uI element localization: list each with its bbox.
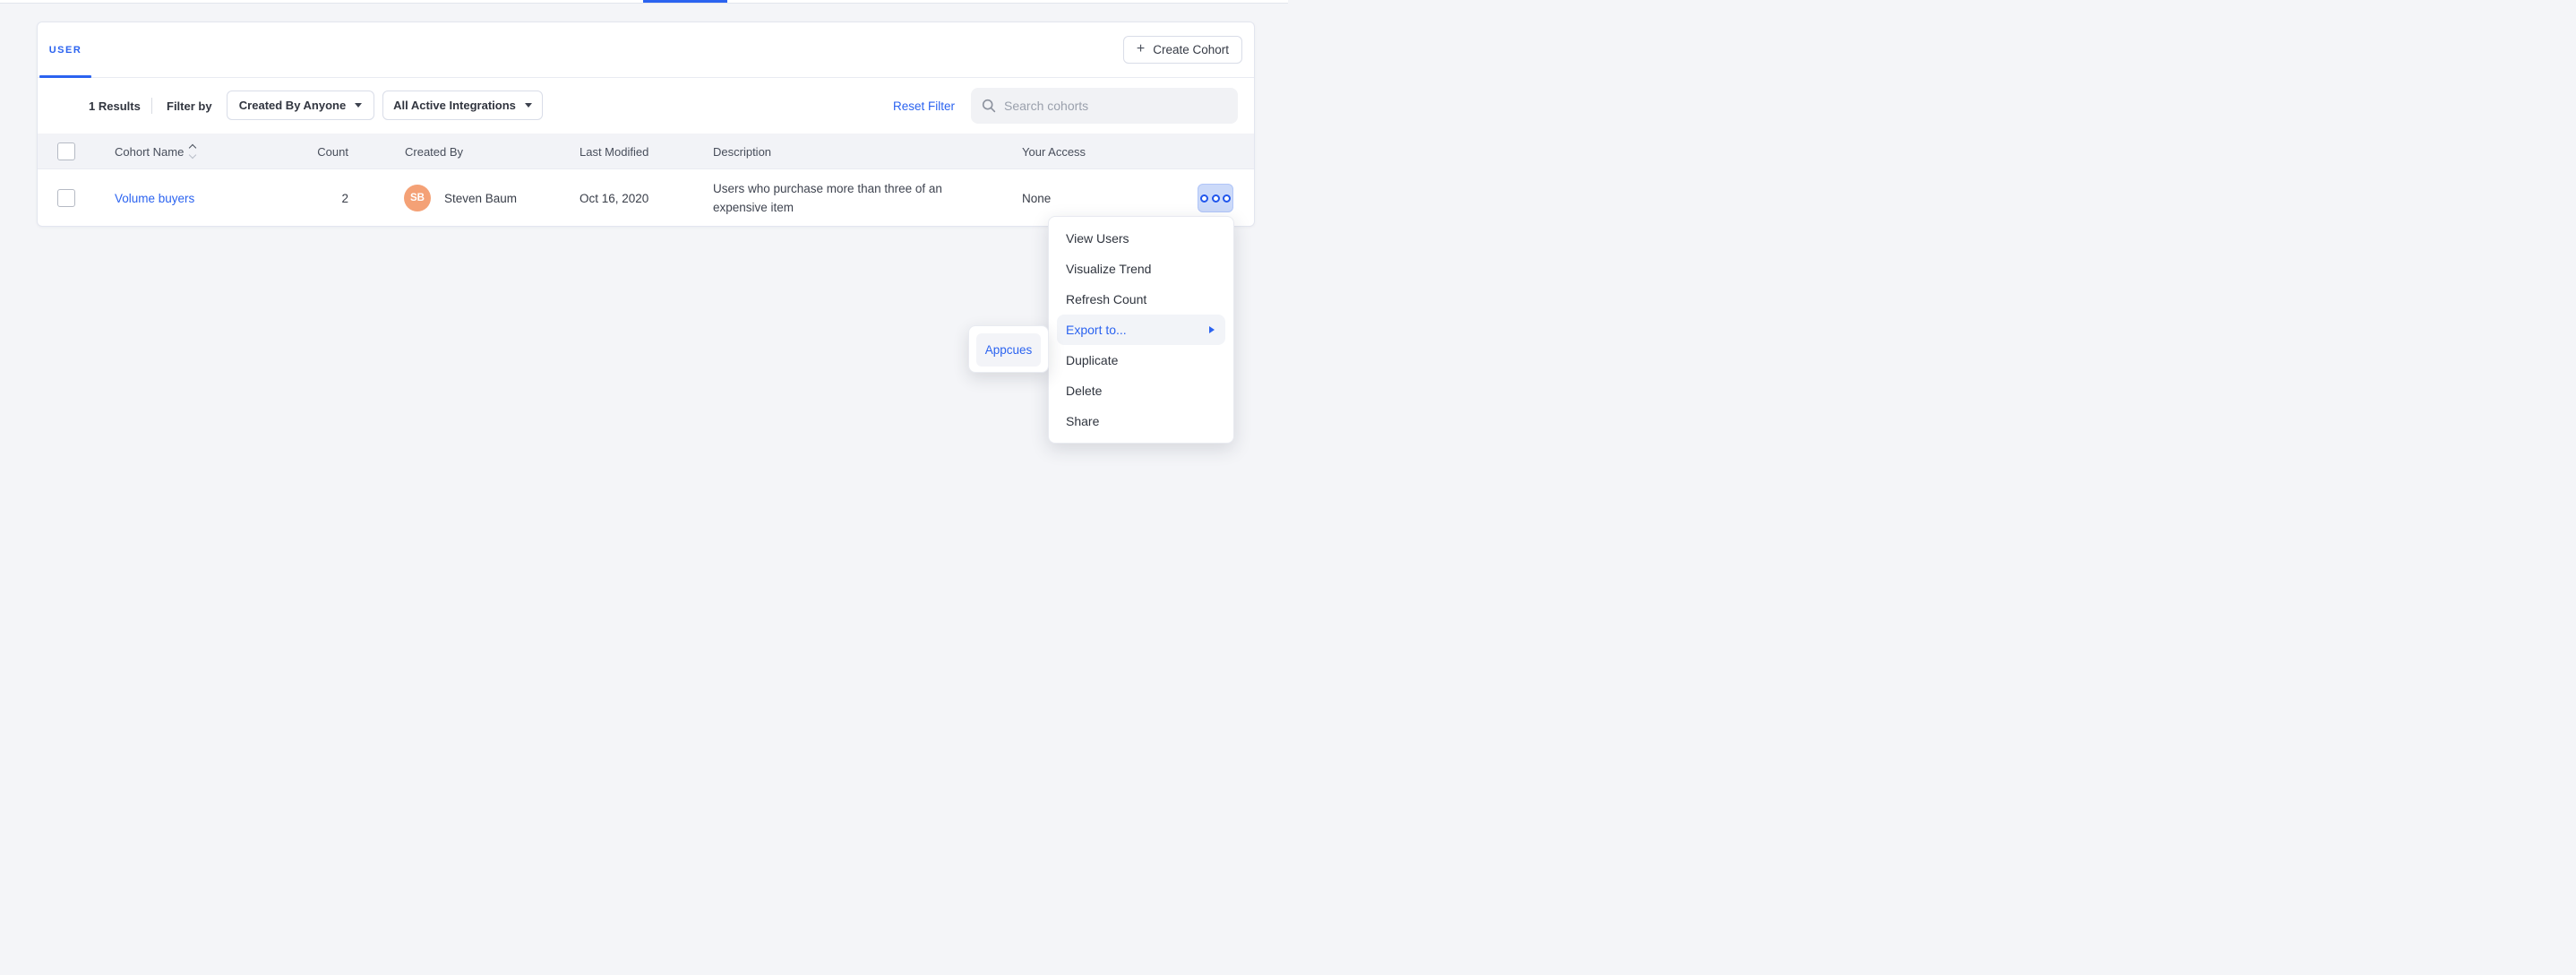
last-modified-date: Oct 16, 2020 xyxy=(580,169,648,227)
top-nav-active-tab-indicator xyxy=(643,0,727,3)
row-checkbox[interactable] xyxy=(57,189,75,207)
tab-user[interactable]: USER xyxy=(39,22,91,78)
search-cohorts-input[interactable] xyxy=(1004,99,1210,113)
create-cohort-button[interactable]: + Create Cohort xyxy=(1123,36,1242,64)
cohorts-card: USER + Create Cohort 1 Results Filter by… xyxy=(37,22,1255,227)
submenu-arrow-icon xyxy=(1209,326,1215,333)
submenu-item-appcues[interactable]: Appcues xyxy=(976,333,1041,367)
select-all-checkbox[interactable] xyxy=(57,142,75,160)
export-submenu: Appcues xyxy=(968,325,1049,373)
filter-row: 1 Results Filter by Created By Anyone Al… xyxy=(38,78,1254,134)
creator-name: Steven Baum xyxy=(444,169,517,227)
chevron-down-icon xyxy=(525,103,532,108)
avatar: SB xyxy=(404,185,431,211)
menu-item-share[interactable]: Share xyxy=(1057,406,1225,436)
menu-item-export-to[interactable]: Export to... xyxy=(1057,315,1225,345)
plus-icon: + xyxy=(1137,42,1145,56)
cohort-description: Users who purchase more than three of an… xyxy=(713,169,973,227)
filter-divider xyxy=(151,98,152,114)
your-access-value: None xyxy=(1022,169,1051,227)
cohort-count: 2 xyxy=(277,169,348,227)
created-by-dropdown-value: Created By Anyone xyxy=(239,99,346,112)
tab-user-label: USER xyxy=(49,45,82,56)
menu-item-delete[interactable]: Delete xyxy=(1057,375,1225,406)
header-description: Description xyxy=(713,134,771,169)
ellipsis-dot-icon xyxy=(1200,194,1208,203)
filter-by-label: Filter by xyxy=(167,78,212,134)
created-by-dropdown[interactable]: Created By Anyone xyxy=(227,91,374,120)
search-cohorts-box[interactable] xyxy=(971,88,1238,124)
ellipsis-dot-icon xyxy=(1223,194,1231,203)
integrations-dropdown[interactable]: All Active Integrations xyxy=(382,91,543,120)
menu-item-refresh-count[interactable]: Refresh Count xyxy=(1057,284,1225,315)
header-last-modified: Last Modified xyxy=(580,134,648,169)
menu-item-duplicate[interactable]: Duplicate xyxy=(1057,345,1225,375)
create-cohort-label: Create Cohort xyxy=(1153,43,1229,56)
ellipsis-dot-icon xyxy=(1212,194,1220,203)
header-cohort-name[interactable]: Cohort Name xyxy=(115,134,195,169)
table-header-row: Cohort Name Count Created By Last Modifi… xyxy=(38,134,1254,169)
chevron-down-icon xyxy=(355,103,362,108)
sort-icon[interactable] xyxy=(190,145,195,158)
search-icon xyxy=(982,99,996,113)
row-actions-button[interactable] xyxy=(1198,184,1233,212)
results-count: 1 Results xyxy=(89,78,141,134)
cohort-name-link[interactable]: Volume buyers xyxy=(115,192,194,205)
header-your-access: Your Access xyxy=(1022,134,1086,169)
menu-item-view-users[interactable]: View Users xyxy=(1057,223,1225,254)
header-created-by: Created By xyxy=(405,134,463,169)
row-actions-menu: View Users Visualize Trend Refresh Count… xyxy=(1048,216,1234,444)
header-count: Count xyxy=(277,134,348,169)
integrations-dropdown-value: All Active Integrations xyxy=(393,99,516,112)
cohort-type-tabbar xyxy=(38,22,1254,78)
menu-item-visualize-trend[interactable]: Visualize Trend xyxy=(1057,254,1225,284)
reset-filter-link[interactable]: Reset Filter xyxy=(893,78,955,134)
